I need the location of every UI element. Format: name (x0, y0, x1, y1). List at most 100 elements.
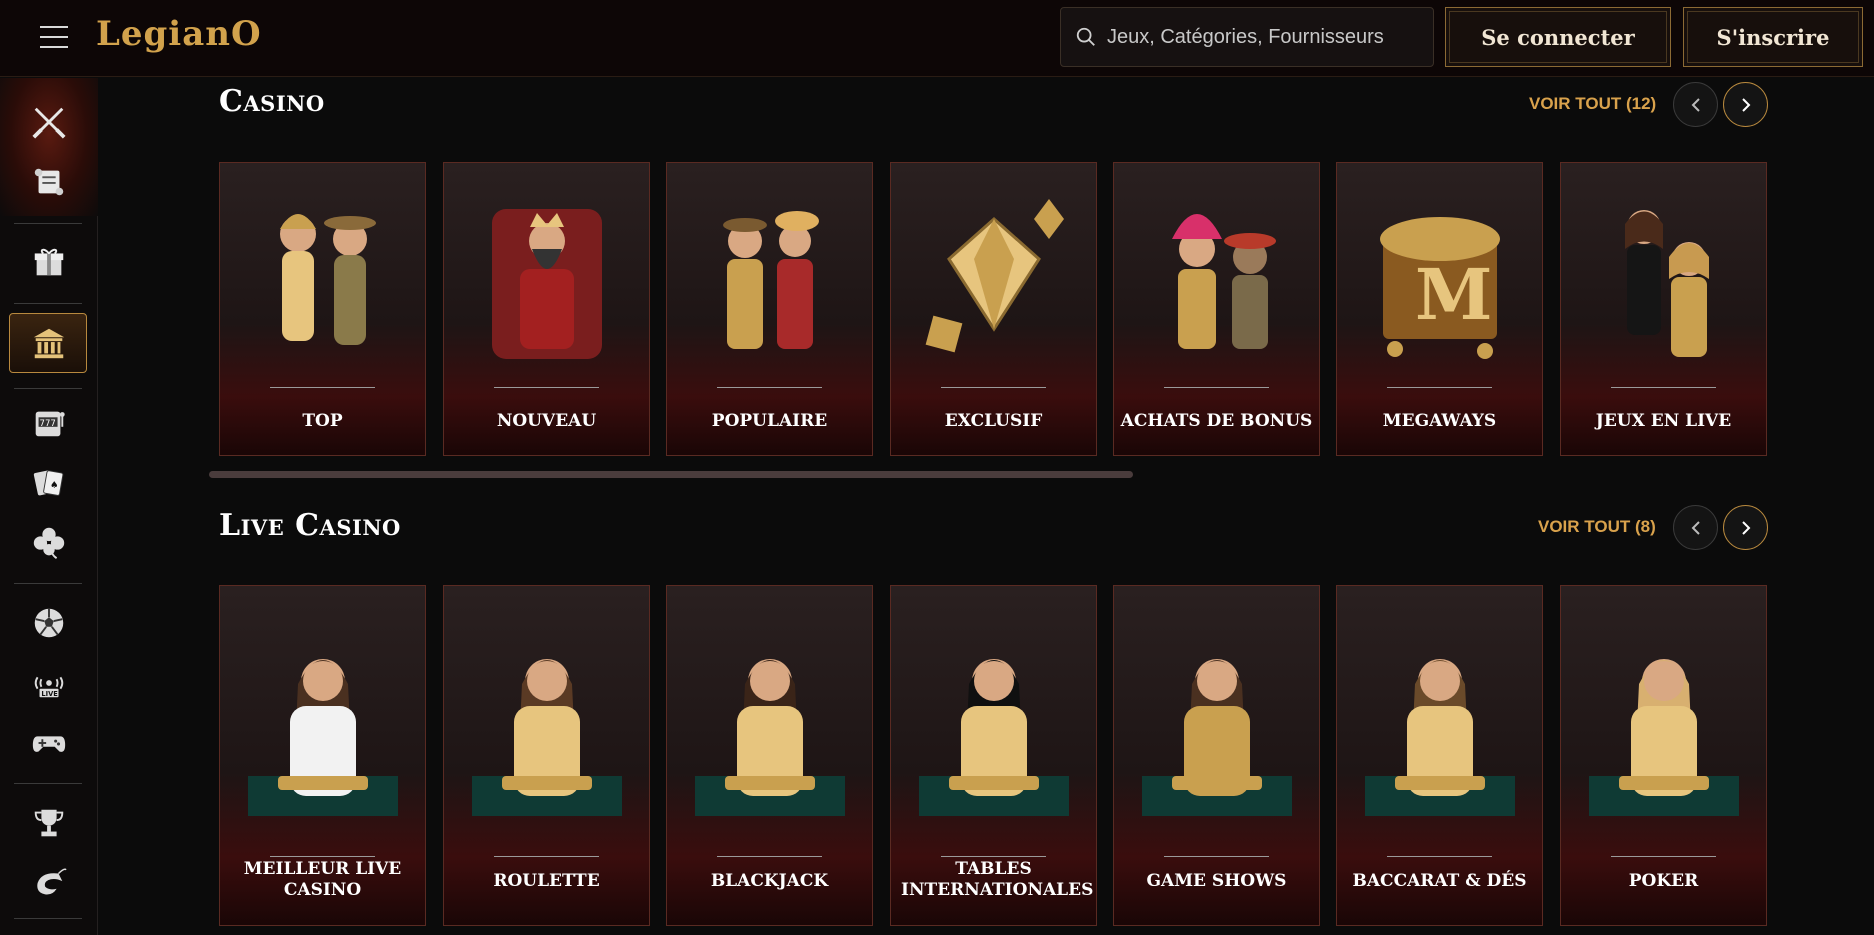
gift-icon[interactable] (27, 240, 71, 284)
search-box[interactable] (1060, 7, 1434, 67)
live-casino-card[interactable]: MEILLEUR LIVE CASINO (219, 585, 426, 926)
card-label: POKER (1628, 871, 1699, 891)
search-icon (1076, 27, 1095, 46)
gamepad-icon[interactable] (27, 721, 71, 765)
card-artwork (1114, 586, 1319, 865)
slot-machine-icon[interactable]: 777 (27, 401, 71, 445)
casino-scrollbar[interactable] (209, 471, 1133, 478)
card-label: MEILLEUR LIVE CASINO (243, 859, 402, 900)
clover-icon[interactable] (27, 521, 71, 565)
register-button[interactable]: S'inscrire (1683, 7, 1863, 67)
svg-text:777: 777 (40, 419, 56, 429)
casino-prev-button[interactable] (1673, 82, 1718, 127)
chevron-left-icon (1691, 520, 1700, 535)
casino-card[interactable]: M MEGAWAYS (1336, 162, 1543, 456)
playing-cards-icon[interactable]: ♠ (27, 461, 71, 505)
svg-text:♠: ♠ (50, 480, 59, 491)
sidebar-divider (14, 223, 82, 224)
card-ornament (1387, 387, 1492, 388)
chevron-right-icon (1741, 97, 1750, 112)
card-artwork (1561, 163, 1766, 395)
card-artwork (220, 163, 425, 395)
card-label: ACHATS DE BONUS (1120, 411, 1313, 431)
svg-text:M: M (1415, 253, 1493, 336)
menu-icon[interactable] (40, 26, 68, 48)
card-artwork (1337, 586, 1542, 865)
card-ornament (1387, 856, 1492, 857)
sidebar-divider (14, 783, 82, 784)
live-casino-card[interactable]: BACCARAT & DÉS (1336, 585, 1543, 926)
top-header: LegianO Se connecter S'inscrire (0, 0, 1874, 77)
card-artwork (444, 586, 649, 865)
card-artwork (1561, 586, 1766, 865)
casino-building-icon[interactable] (27, 321, 71, 365)
card-ornament (1164, 387, 1269, 388)
casino-card[interactable]: POPULAIRE (666, 162, 873, 456)
card-ornament (494, 856, 599, 857)
card-artwork (667, 586, 872, 865)
card-ornament (717, 856, 822, 857)
live-icon[interactable]: LIVE (27, 661, 71, 705)
search-input[interactable] (1107, 25, 1407, 49)
card-artwork (667, 163, 872, 395)
scroll-icon[interactable] (27, 160, 71, 204)
card-label: TABLES INTERNATIONALES (901, 859, 1094, 900)
live-casino-next-button[interactable] (1723, 505, 1768, 550)
card-artwork: M (1337, 163, 1542, 395)
card-label: BACCARAT & DÉS (1352, 871, 1527, 891)
live-casino-prev-button[interactable] (1673, 505, 1718, 550)
casino-card[interactable]: TOP (219, 162, 426, 456)
card-ornament (270, 387, 375, 388)
card-label: BLACKJACK (710, 871, 829, 891)
card-ornament (1164, 856, 1269, 857)
card-artwork (1114, 163, 1319, 395)
card-label: ROULETTE (493, 871, 600, 891)
casino-next-button[interactable] (1723, 82, 1768, 127)
section-title-live-casino: Live Casino (219, 508, 401, 543)
card-ornament (941, 387, 1046, 388)
shrimp-icon[interactable] (27, 861, 71, 905)
casino-card[interactable]: JEUX EN LIVE (1560, 162, 1767, 456)
live-casino-card[interactable]: POKER (1560, 585, 1767, 926)
see-all-live-casino-link[interactable]: VOIR TOUT (8) (1538, 517, 1656, 537)
card-label: GAME SHOWS (1146, 871, 1287, 891)
card-artwork (891, 163, 1096, 395)
see-all-casino-link[interactable]: VOIR TOUT (12) (1529, 94, 1656, 114)
casino-card[interactable]: NOUVEAU (443, 162, 650, 456)
casino-card[interactable]: ACHATS DE BONUS (1113, 162, 1320, 456)
card-ornament (1611, 387, 1716, 388)
logo[interactable]: LegianO (96, 14, 262, 54)
live-casino-card[interactable]: GAME SHOWS (1113, 585, 1320, 926)
card-label: MEGAWAYS (1382, 411, 1497, 431)
sidebar-divider (14, 918, 82, 919)
chevron-left-icon (1691, 97, 1700, 112)
sidebar-divider (14, 303, 82, 304)
card-label: TOP (302, 411, 343, 431)
card-artwork (444, 163, 649, 395)
soccer-ball-icon[interactable] (27, 601, 71, 645)
sidebar-divider (14, 583, 82, 584)
card-ornament (941, 856, 1046, 857)
card-label: NOUVEAU (496, 411, 597, 431)
login-button[interactable]: Se connecter (1445, 7, 1671, 67)
card-ornament (270, 856, 375, 857)
card-ornament (1611, 856, 1716, 857)
sidebar-divider (14, 388, 82, 389)
live-casino-card[interactable]: BLACKJACK (666, 585, 873, 926)
card-artwork (220, 586, 425, 865)
chevron-right-icon (1741, 520, 1750, 535)
card-label: JEUX EN LIVE (1595, 411, 1732, 431)
card-ornament (717, 387, 822, 388)
trophy-icon[interactable] (27, 801, 71, 845)
card-label: EXCLUSIF (944, 411, 1043, 431)
sidebar: 777 ♠ LIVE (0, 78, 98, 935)
swords-icon[interactable] (27, 100, 71, 144)
card-label: POPULAIRE (711, 411, 828, 431)
section-title-casino: Casino (219, 84, 325, 119)
casino-card[interactable]: EXCLUSIF (890, 162, 1097, 456)
live-casino-card[interactable]: ROULETTE (443, 585, 650, 926)
card-artwork (891, 586, 1096, 865)
card-ornament (494, 387, 599, 388)
svg-text:LIVE: LIVE (41, 690, 58, 698)
live-casino-card[interactable]: TABLES INTERNATIONALES (890, 585, 1097, 926)
